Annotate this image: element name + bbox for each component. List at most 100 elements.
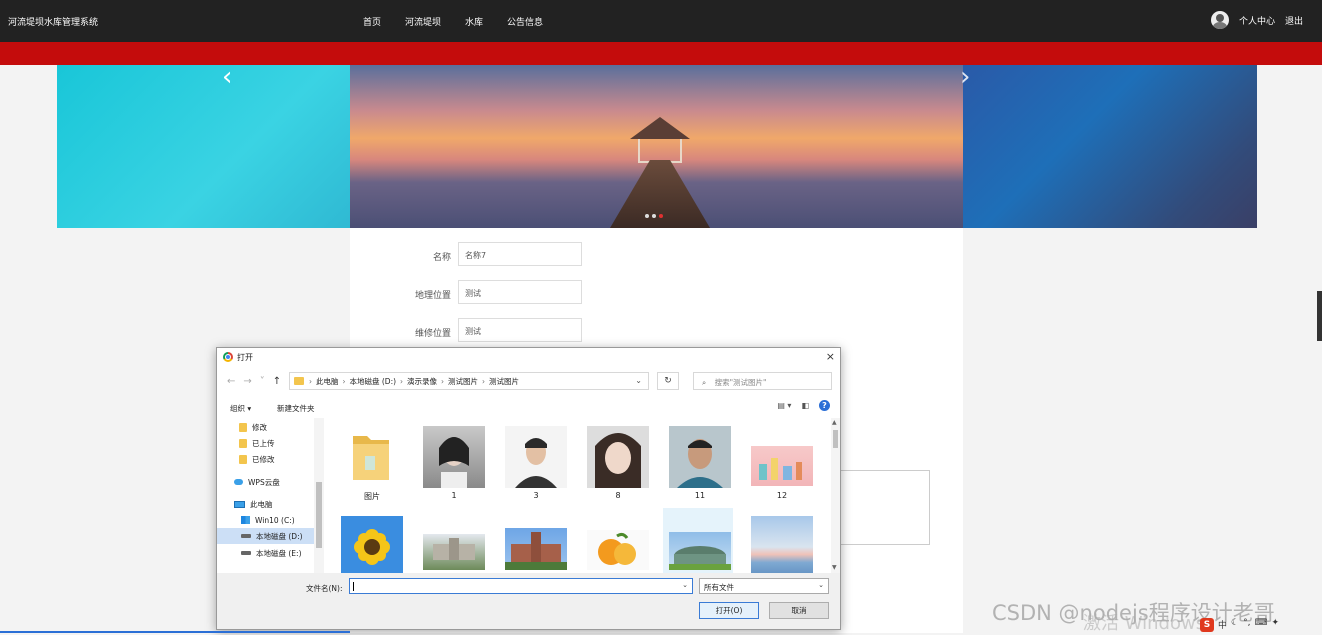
moon-icon[interactable]: ☾ xyxy=(1231,618,1239,632)
scrollbar-thumb[interactable] xyxy=(316,482,322,548)
top-navbar: 河流堤坝水库管理系统 首页 河流堤坝 水库 公告信息 个人中心 退出 xyxy=(0,0,1322,42)
nav-buttons: ← → ˅ ↑ xyxy=(227,376,281,387)
file-item-image[interactable]: 3 xyxy=(499,418,569,500)
ime-mode-label[interactable]: 中 xyxy=(1218,618,1227,632)
sidebar-item-modified[interactable]: 已修改 xyxy=(239,451,325,467)
carousel-prev-arrow-icon[interactable]: ‹ xyxy=(222,62,232,92)
carousel-dot-active[interactable] xyxy=(659,214,663,218)
folder-icon xyxy=(239,438,247,448)
file-item-image[interactable] xyxy=(745,508,815,573)
nav-reservoir[interactable]: 水库 xyxy=(465,15,483,28)
file-grid-scrollbar[interactable]: ▲ ▼ xyxy=(831,418,840,573)
user-menu: 个人中心 退出 xyxy=(1210,11,1303,29)
file-open-dialog: 打开 × ← → ˅ ↑ › 此电脑 › 本地磁盘 (D:) › 演示录像 › … xyxy=(216,347,841,630)
navigation-pane: 修改 已上传 已修改 WPS云盘 此电脑 Win10 (C:) 本地磁盘 (D:… xyxy=(217,418,326,573)
file-item-image[interactable]: 11 xyxy=(663,418,733,500)
field-label-location: 地理位置 xyxy=(414,291,451,301)
scrollbar-thumb[interactable] xyxy=(833,430,838,448)
nav-home[interactable]: 首页 xyxy=(363,15,381,28)
file-item-image[interactable]: 1 xyxy=(417,418,487,500)
carousel-indicators[interactable] xyxy=(645,214,663,218)
file-item-image[interactable] xyxy=(499,508,569,573)
cancel-button[interactable]: 取消 xyxy=(769,602,829,619)
image-carousel xyxy=(57,65,1257,228)
windows-activation-watermark: 激活 Windows xyxy=(1083,613,1206,634)
carousel-dot[interactable] xyxy=(645,214,649,218)
logout-link[interactable]: 退出 xyxy=(1285,14,1303,27)
filename-input[interactable]: ⌄ xyxy=(349,578,693,594)
drive-icon xyxy=(241,551,251,555)
location-input[interactable]: 测试 xyxy=(458,280,582,304)
scroll-down-icon[interactable]: ▼ xyxy=(832,564,837,571)
breadcrumb-segment[interactable]: 此电脑 xyxy=(316,376,339,387)
open-button[interactable]: 打开(O) xyxy=(699,602,759,619)
filename-label: 文件名(N): xyxy=(306,584,343,593)
help-icon[interactable]: ? xyxy=(819,400,830,411)
keyboard-icon[interactable]: ⌨ xyxy=(1254,618,1267,632)
folder-icon xyxy=(239,454,247,464)
forward-arrow-icon[interactable]: → xyxy=(243,376,251,387)
breadcrumb[interactable]: › 此电脑 › 本地磁盘 (D:) › 演示录像 › 测试图片 › 测试图片 ⌄ xyxy=(289,372,649,390)
building-thumbnail xyxy=(505,528,567,570)
recent-dropdown-icon[interactable]: ˅ xyxy=(260,376,265,387)
chevron-down-icon[interactable]: ⌄ xyxy=(682,581,688,589)
breadcrumb-segment[interactable]: 测试图片 xyxy=(448,376,478,387)
nav-announcements[interactable]: 公告信息 xyxy=(507,15,543,28)
chevron-down-icon[interactable]: ⌄ xyxy=(635,376,642,385)
new-folder-button[interactable]: 新建文件夹 xyxy=(277,403,315,414)
page-scrollbar-thumb[interactable] xyxy=(1317,291,1322,341)
organize-button[interactable]: 组织 ▾ xyxy=(230,403,251,414)
folder-icon xyxy=(351,430,391,484)
stadium-thumbnail xyxy=(669,532,731,570)
avatar-icon[interactable] xyxy=(1210,11,1229,29)
text-caret xyxy=(353,582,354,591)
folder-icon xyxy=(239,422,247,432)
up-arrow-icon[interactable]: ↑ xyxy=(273,376,281,387)
breadcrumb-segment[interactable]: 演示录像 xyxy=(407,376,437,387)
chevron-down-icon: ⌄ xyxy=(818,581,824,589)
shirt-icon[interactable]: ✦ xyxy=(1271,618,1279,632)
dialog-titlebar: 打开 × xyxy=(217,348,840,366)
file-item-image[interactable] xyxy=(581,508,651,573)
carousel-slide-active xyxy=(350,65,963,228)
file-item-image-hover[interactable] xyxy=(663,508,733,573)
sidebar-scrollbar[interactable] xyxy=(314,418,324,573)
profile-link[interactable]: 个人中心 xyxy=(1239,14,1275,27)
dialog-footer: 文件名(N): ⌄ 所有文件 ⌄ 打开(O) 取消 xyxy=(217,573,840,629)
still-life-thumbnail xyxy=(751,446,813,486)
carousel-next-arrow-icon[interactable]: › xyxy=(960,62,970,92)
filetype-select[interactable]: 所有文件 ⌄ xyxy=(699,578,829,594)
repair-location-input[interactable]: 测试 xyxy=(458,318,582,342)
search-input[interactable]: ⌕ 搜索"测试图片" xyxy=(693,372,832,390)
scroll-up-icon[interactable]: ▲ xyxy=(832,419,837,426)
punctuation-icon[interactable]: °, xyxy=(1243,618,1250,632)
breadcrumb-segment[interactable]: 本地磁盘 (D:) xyxy=(350,376,397,387)
file-item-image[interactable] xyxy=(417,508,487,573)
sidebar-item-wps-cloud[interactable]: WPS云盘 xyxy=(234,474,325,490)
file-item-image[interactable] xyxy=(335,508,405,573)
file-item-image[interactable]: 12 xyxy=(745,418,815,500)
carousel-dot[interactable] xyxy=(652,214,656,218)
preview-pane-icon[interactable]: ◧ xyxy=(801,401,809,410)
refresh-icon[interactable]: ↻ xyxy=(657,372,679,390)
sogou-ime-icon[interactable]: S xyxy=(1200,618,1214,632)
view-mode-icon[interactable]: ▤ ▾ xyxy=(777,401,791,410)
cloud-icon xyxy=(234,479,243,485)
close-icon[interactable]: × xyxy=(826,350,835,363)
file-item-folder[interactable]: 图片 xyxy=(335,418,405,501)
red-banner-strip xyxy=(0,42,1322,65)
nav-river-dams[interactable]: 河流堤坝 xyxy=(405,15,441,28)
address-bar: ← → ˅ ↑ › 此电脑 › 本地磁盘 (D:) › 演示录像 › 测试图片 … xyxy=(217,366,840,396)
back-arrow-icon[interactable]: ← xyxy=(227,376,235,387)
name-input[interactable]: 名称7 xyxy=(458,242,582,266)
file-item-image[interactable]: 8 xyxy=(581,418,651,500)
sidebar-item-drive-d[interactable]: 本地磁盘 (D:) xyxy=(217,528,314,544)
campus-thumbnail xyxy=(423,534,485,570)
portrait-woman2-thumbnail xyxy=(587,426,649,488)
carousel-slide-prev xyxy=(57,65,350,228)
sidebar-item-this-pc[interactable]: 此电脑 xyxy=(234,496,325,512)
sidebar-item-uploaded[interactable]: 已上传 xyxy=(239,435,325,451)
sidebar-item-modify[interactable]: 修改 xyxy=(239,419,325,435)
search-icon: ⌕ xyxy=(702,378,707,387)
breadcrumb-segment[interactable]: 测试图片 xyxy=(489,376,519,387)
